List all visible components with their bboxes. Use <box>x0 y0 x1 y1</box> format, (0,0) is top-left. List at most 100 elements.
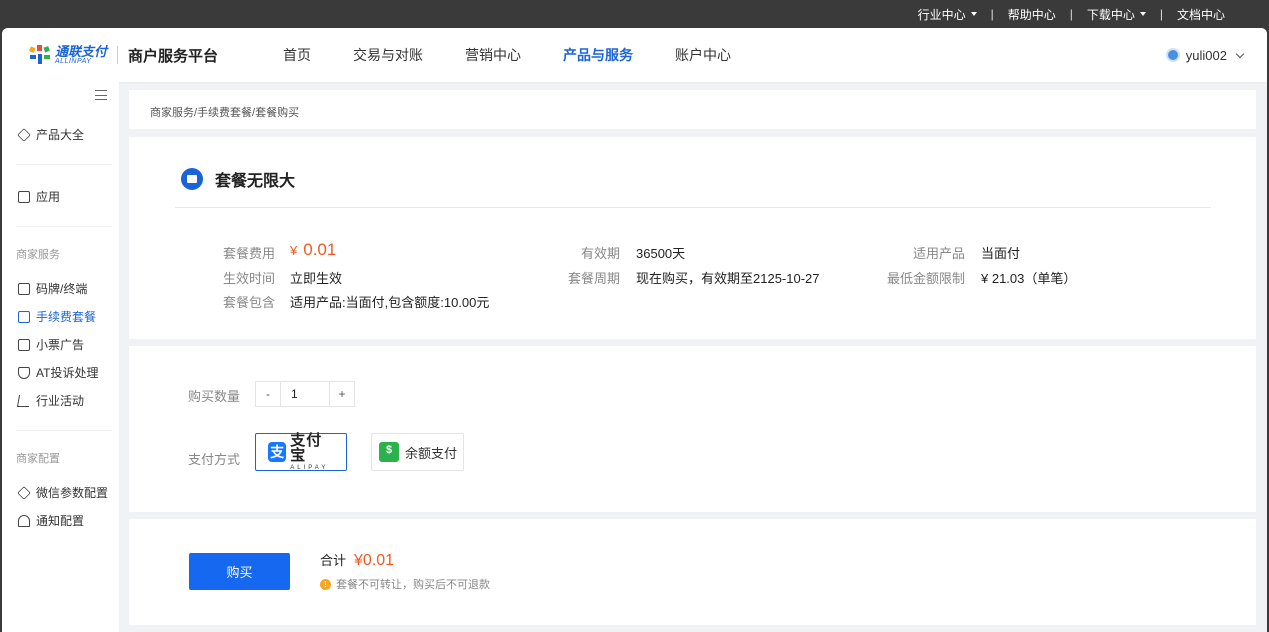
sidebar-item-label: 应用 <box>36 190 61 204</box>
notice-text: 套餐不可转让，购买后不可退款 <box>336 579 490 591</box>
main-nav: 首页 交易与对账 营销中心 产品与服务 账户中心 <box>262 45 752 65</box>
sidebar-item-notification-config[interactable]: 通知配置 <box>18 512 84 529</box>
fee-amount: 0.01 <box>303 240 337 259</box>
fee-symbol: ¥ <box>290 243 298 258</box>
divider <box>175 207 1211 208</box>
includes-value: 适用产品:当面付,包含额度:10.00元 <box>290 295 490 310</box>
sidebar-item-receipt-ads[interactable]: 小票广告 <box>18 336 84 353</box>
total-amount: ¥0.01 <box>354 552 395 569</box>
quantity-input[interactable]: 1 <box>280 382 330 406</box>
doc-center-label: 文档中心 <box>1176 7 1225 22</box>
nav-transactions[interactable]: 交易与对账 <box>332 45 444 65</box>
quantity-decrement-button[interactable]: - <box>256 382 280 406</box>
sidebar-divider <box>16 226 112 227</box>
alipay-option[interactable]: 支 支付宝 ALIPAY <box>255 433 347 471</box>
cube-icon <box>17 127 31 142</box>
package-header: 套餐无限大 <box>181 167 295 191</box>
quantity-increment-button[interactable]: + <box>330 382 354 406</box>
user-menu[interactable]: yuli002 <box>1165 47 1245 63</box>
logo-text: 通联支付 ALLINPAY <box>55 45 107 65</box>
sidebar-item-label: 产品大全 <box>36 128 85 142</box>
alipay-icon: 支 <box>268 442 287 462</box>
avatar <box>1165 48 1180 62</box>
help-center-label: 帮助中心 <box>1007 7 1056 22</box>
product-value: 当面付 <box>981 246 1021 261</box>
sidebar-item-label: 行业活动 <box>36 394 85 408</box>
fee-label: 套餐费用 <box>222 246 275 261</box>
balance-label: 余额支付 <box>405 445 458 461</box>
sidebar-item-label: 通知配置 <box>36 514 85 528</box>
username: yuli002 <box>1185 47 1227 63</box>
package-title: 套餐无限大 <box>215 173 296 190</box>
sidebar-item-label: AT投诉处理 <box>36 366 99 380</box>
nav-marketing[interactable]: 营销中心 <box>444 45 542 65</box>
alipay-logo: 支 支付宝 ALIPAY <box>256 433 346 471</box>
wallet-icon <box>181 168 203 190</box>
alipay-en: ALIPAY <box>290 465 329 471</box>
validity-value: 36500天 <box>636 246 686 261</box>
sidebar-group-merchant-services: 商家服务 <box>16 249 60 261</box>
refund-notice: ! 套餐不可转让，购买后不可退款 <box>320 576 490 592</box>
top-header: 通联支付 ALLINPAY 商户服务平台 首页 交易与对账 营销中心 产品与服务… <box>2 28 1267 82</box>
terminal-icon <box>18 282 30 295</box>
industry-center-label: 行业中心 <box>917 7 966 22</box>
quantity-stepper: - 1 + <box>255 381 355 407</box>
checkout-panel: 购买 合计 ¥0.01 ! 套餐不可转让，购买后不可退款 <box>129 519 1256 625</box>
sidebar-item-complaints[interactable]: AT投诉处理 <box>18 364 98 381</box>
caret-down-icon <box>970 12 977 16</box>
allinpay-logo[interactable]: 通联支付 ALLINPAY <box>28 44 107 66</box>
money-bag-icon <box>379 442 399 462</box>
alipay-text: 支付宝 ALIPAY <box>290 433 334 471</box>
menu-toggle-icon[interactable] <box>95 90 107 100</box>
alipay-cn: 支付宝 <box>290 432 323 464</box>
help-center-link[interactable]: 帮助中心 <box>994 6 1070 23</box>
total-label: 合计 <box>320 553 347 568</box>
logo-en: ALLINPAY <box>55 58 92 65</box>
package-icon <box>18 310 30 323</box>
sidebar-group-merchant-config: 商家配置 <box>16 453 60 465</box>
nav-account[interactable]: 账户中心 <box>654 45 752 65</box>
cycle-value: 现在购买，有效期至2125-10-27 <box>636 271 820 286</box>
sidebar-divider <box>16 164 112 165</box>
chevron-down-icon <box>1235 49 1245 58</box>
utility-bar: 行业中心 | 帮助中心 | 下载中心 | 文档中心 <box>904 0 1269 28</box>
platform-title: 商户服务平台 <box>128 47 219 65</box>
package-info-panel: 套餐无限大 套餐费用 ¥0.01 生效时间 立即生效 套餐包含 适用产品:当面付… <box>129 137 1256 339</box>
sidebar-item-products[interactable]: 产品大全 <box>17 126 85 143</box>
nav-home[interactable]: 首页 <box>262 45 332 65</box>
purchase-options-panel: 购买数量 - 1 + 支付方式 支 支付宝 ALIPAY 余额支付 <box>129 346 1256 512</box>
buy-button[interactable]: 购买 <box>189 553 290 590</box>
validity-label: 有效期 <box>580 246 620 261</box>
product-label: 适用产品 <box>912 246 965 261</box>
sidebar-item-label: 手续费套餐 <box>36 310 97 324</box>
logo-cn: 通联支付 <box>55 44 108 59</box>
sidebar-item-industry-events[interactable]: 行业活动 <box>16 392 85 409</box>
warning-icon: ! <box>320 578 331 590</box>
includes-label: 套餐包含 <box>222 295 275 310</box>
app-viewport: 通联支付 ALLINPAY 商户服务平台 首页 交易与对账 营销中心 产品与服务… <box>2 28 1267 632</box>
balance-option[interactable]: 余额支付 <box>371 433 464 471</box>
nav-products[interactable]: 产品与服务 <box>542 45 654 65</box>
cart-icon <box>16 394 32 407</box>
sidebar-item-apps[interactable]: 应用 <box>18 188 60 205</box>
effective-label: 生效时间 <box>222 271 275 286</box>
shield-icon <box>18 366 30 379</box>
sidebar-item-terminal[interactable]: 码牌/终端 <box>18 280 87 297</box>
min-amount-label: 最低金额限制 <box>886 271 965 286</box>
caret-down-icon <box>1139 12 1146 16</box>
download-center-link[interactable]: 下载中心 <box>1073 6 1160 23</box>
sidebar-item-fee-package[interactable]: 手续费套餐 <box>18 308 96 325</box>
allinpay-logo-icon <box>29 45 50 64</box>
logo-divider <box>117 46 119 64</box>
cube-icon <box>17 485 31 500</box>
sidebar-item-wechat-config[interactable]: 微信参数配置 <box>17 484 109 501</box>
cycle-label: 套餐周期 <box>567 271 620 286</box>
bell-icon <box>18 514 30 527</box>
doc-center-link[interactable]: 文档中心 <box>1163 6 1239 23</box>
sidebar-divider <box>16 430 112 431</box>
sidebar: 产品大全 应用 商家服务 码牌/终端 手续费套餐 小票广告 AT投诉处理 行业活… <box>2 82 119 632</box>
total: 合计 ¥0.01 <box>320 550 394 570</box>
industry-center-link[interactable]: 行业中心 <box>904 6 991 23</box>
sidebar-item-label: 微信参数配置 <box>36 486 109 500</box>
effective-value: 立即生效 <box>290 271 343 286</box>
